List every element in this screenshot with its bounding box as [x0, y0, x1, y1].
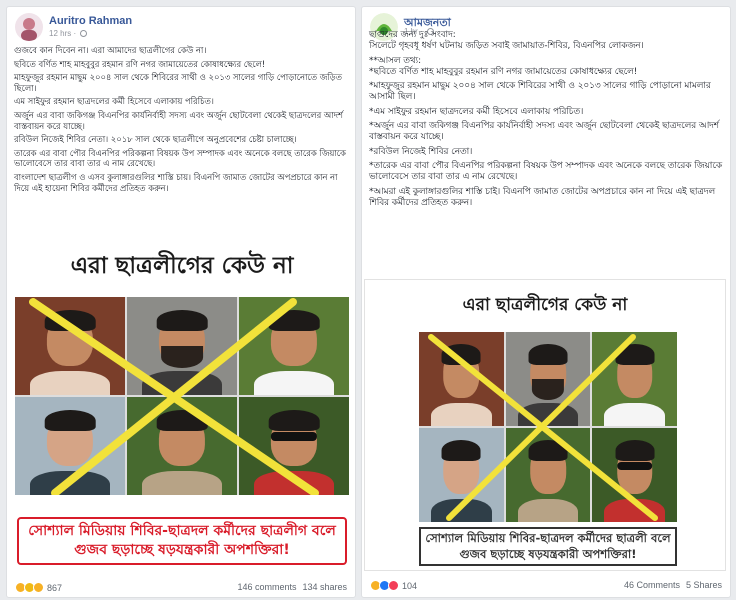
- paragraph: *তারেক এর বাবা পৌর বিএনপির পরিকল্পনা বিষ…: [369, 160, 723, 183]
- reaction-count: 867: [47, 582, 63, 593]
- paragraph: মাহফুজুর রহমান মাছুম ২০০৪ সাল থেকে শিবির…: [14, 72, 342, 93]
- image-caption: সোশ্যাল মিডিয়ায় শিবির-ছাত্রদল কর্মীদের…: [419, 527, 677, 567]
- paragraph: ছবিতে বর্ণিত শাহ মাহবুবুর রহমান রণি নগর …: [14, 58, 266, 69]
- paragraph: **আসল তথ্য:: [369, 55, 422, 66]
- paragraph: *আমরা এই কুলাঙ্গারগুলির শাস্তি চাই। বিএন…: [369, 186, 716, 208]
- reaction-count: 104: [402, 580, 418, 591]
- sad-reaction-icon: [33, 582, 44, 594]
- shares-count[interactable]: 134 shares: [302, 582, 347, 592]
- person-photo: [419, 332, 504, 426]
- person-photo: [419, 428, 504, 522]
- reactions[interactable]: 104: [370, 580, 418, 592]
- paragraph: তারেক এর বাবা পৌর বিএনপির পরিকল্পনা বিষয…: [14, 147, 346, 169]
- comments-count[interactable]: 146 comments: [237, 582, 296, 592]
- photo-grid: [419, 332, 677, 522]
- post-footer: 104 46 Comments 5 Shares: [370, 579, 722, 595]
- reactions[interactable]: 867: [15, 582, 63, 594]
- person-photo: [239, 297, 349, 395]
- image-caption: সোশ্যাল মিডিয়ায় শিবির-ছাত্রদল কর্মীদের…: [17, 517, 347, 565]
- post-image[interactable]: এরা ছাত্রলীগের কেউ না সোশ্যাল মিডিয়ায় …: [364, 279, 726, 571]
- post-time[interactable]: 12 hrs ·: [49, 29, 88, 38]
- person-photo: [127, 297, 237, 395]
- post-body: গুজবে কান দিবেন না। এরা আমাদের ছাত্রলীগে…: [14, 45, 349, 196]
- paragraph: *মাহফুজুর রহমান মাছুম ২০০৪ সাল থেকে শিবি…: [369, 81, 711, 103]
- post-image[interactable]: এরা ছাত্রলীগের কেউ না সোশ্যাল মিডিয়ায় …: [11, 241, 353, 577]
- paragraph: *রবিউল নিজেই শিবির নেতা।: [369, 146, 473, 157]
- post-body: ছাগুদের জন্য দুঃ সংবাদ: সিলেটে গৃহবধূ ধর…: [369, 30, 724, 212]
- paragraph: *এম সাইফুর রহমান ছাত্রদলের কর্মী হিসেবে …: [369, 106, 584, 117]
- post-stats: 46 Comments 5 Shares: [618, 580, 722, 590]
- post-time-text: 12 hrs: [49, 29, 72, 38]
- post-footer: 867 146 comments 134 shares: [15, 581, 347, 597]
- shares-count[interactable]: 5 Shares: [686, 580, 722, 590]
- person-photo: [15, 297, 125, 395]
- person-photo: [239, 397, 349, 495]
- post-header: Auritro Rahman 12 hrs ·: [15, 13, 347, 47]
- image-title: এরা ছাত্রলীগের কেউ না: [70, 253, 294, 279]
- paragraph: গুজবে কান দিবেন না। এরা আমাদের ছাত্রলীগে…: [14, 45, 207, 55]
- comments-count[interactable]: 46 Comments: [624, 580, 680, 590]
- person-photo: [505, 332, 591, 426]
- image-title: এরা ছাত্রলীগের কেউ না: [462, 295, 628, 315]
- globe-icon: [80, 30, 88, 37]
- paragraph: বাংলাদেশ ছাত্রলীগ ও এসব কুলাঙ্গারগুলির শ…: [14, 171, 338, 193]
- photo-grid: [15, 297, 349, 495]
- paragraph: এম সাইফুর রহমান ছাত্রদলের কর্মী হিসেবে এ…: [14, 96, 214, 107]
- love-reaction-icon: [388, 580, 399, 592]
- author-name[interactable]: Auritro Rahman: [49, 15, 132, 27]
- paragraph: সিলেটে গৃহবধূ ধর্ষণ ঘটনায় জড়িত সবাই জা…: [369, 41, 644, 52]
- post-left: Auritro Rahman 12 hrs · গুজবে কান দিবেন …: [6, 6, 356, 598]
- post-stats: 146 comments 134 shares: [231, 582, 347, 592]
- person-photo: [505, 428, 591, 522]
- paragraph: অর্জুন এর বাবা জকিগঞ্জ বিএনপির কার্যনির্…: [14, 109, 343, 131]
- paragraph: *অর্জুন এর বাবা জকিগঞ্জ বিএনপির কার্যনির…: [369, 121, 719, 143]
- paragraph: ছাগুদের জন্য দুঃ সংবাদ:: [369, 30, 456, 40]
- person-photo: [592, 332, 677, 426]
- avatar[interactable]: [15, 13, 43, 41]
- paragraph: *ছবিতে বর্ণিত শাহ মাহবুবুর রহমান রণি নগর…: [369, 66, 638, 77]
- person-photo: [127, 397, 237, 495]
- person-photo: [592, 428, 677, 522]
- paragraph: রবিউল নিজেই শিবির নেতা। ২০১৮ সাল থেকে ছা…: [14, 134, 297, 145]
- post-right: আমজনতা 1 hr · ছাগুদের জন্য দুঃ সংবাদ: সি…: [361, 6, 731, 598]
- person-photo: [15, 397, 125, 495]
